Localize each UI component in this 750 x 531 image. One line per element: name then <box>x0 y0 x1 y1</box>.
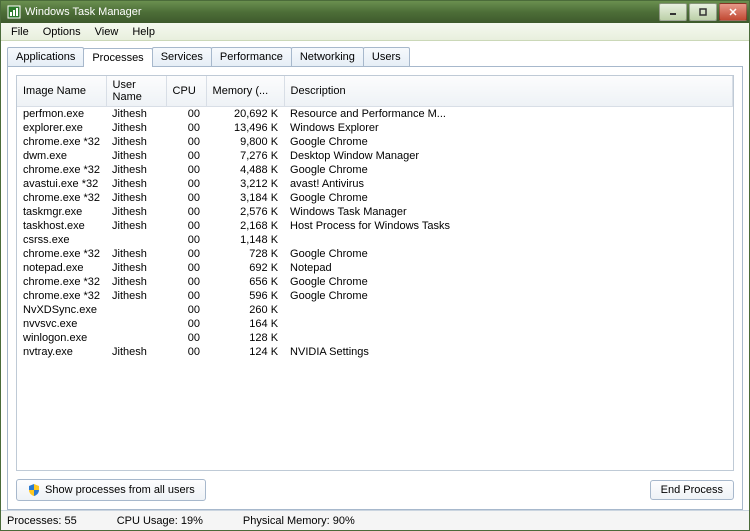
table-row[interactable]: csrss.exe001,148 K <box>17 233 733 247</box>
button-row: Show processes from all users End Proces… <box>16 479 734 501</box>
window-title: Windows Task Manager <box>25 6 142 18</box>
table-row[interactable]: chrome.exe *32Jithesh00596 KGoogle Chrom… <box>17 289 733 303</box>
col-header[interactable]: Description <box>284 76 732 107</box>
table-row[interactable]: taskhost.exeJithesh002,168 KHost Process… <box>17 219 733 233</box>
status-memory: Physical Memory: 90% <box>243 515 355 527</box>
tab-services[interactable]: Services <box>152 47 212 66</box>
menubar: FileOptionsViewHelp <box>1 23 749 41</box>
menu-file[interactable]: File <box>5 25 35 39</box>
table-row[interactable]: taskmgr.exeJithesh002,576 KWindows Task … <box>17 205 733 219</box>
show-all-label: Show processes from all users <box>45 484 195 496</box>
close-button[interactable] <box>719 3 747 21</box>
tab-networking[interactable]: Networking <box>291 47 364 66</box>
tab-processes[interactable]: Processes <box>83 48 152 67</box>
maximize-button[interactable] <box>689 3 717 21</box>
menu-help[interactable]: Help <box>126 25 161 39</box>
table-row[interactable]: avastui.exe *32Jithesh003,212 Kavast! An… <box>17 177 733 191</box>
menu-view[interactable]: View <box>89 25 125 39</box>
show-all-processes-button[interactable]: Show processes from all users <box>16 479 206 501</box>
status-cpu: CPU Usage: 19% <box>117 515 203 527</box>
table-row[interactable]: nvtray.exeJithesh00124 KNVIDIA Settings <box>17 345 733 359</box>
process-list[interactable]: Image NameUser NameCPUMemory (...Descrip… <box>16 75 734 471</box>
table-row[interactable]: explorer.exeJithesh0013,496 KWindows Exp… <box>17 121 733 135</box>
col-header[interactable]: User Name <box>106 76 166 107</box>
table-row[interactable]: dwm.exeJithesh007,276 KDesktop Window Ma… <box>17 149 733 163</box>
table-row[interactable]: nvvsvc.exe00164 K <box>17 317 733 331</box>
col-header[interactable]: Memory (... <box>206 76 284 107</box>
content-pane: Image NameUser NameCPUMemory (...Descrip… <box>7 66 743 510</box>
tab-users[interactable]: Users <box>363 47 410 66</box>
tab-applications[interactable]: Applications <box>7 47 84 66</box>
minimize-button[interactable] <box>659 3 687 21</box>
table-row[interactable]: chrome.exe *32Jithesh009,800 KGoogle Chr… <box>17 135 733 149</box>
table-row[interactable]: chrome.exe *32Jithesh00728 KGoogle Chrom… <box>17 247 733 261</box>
uac-shield-icon <box>27 483 41 497</box>
table-row[interactable]: chrome.exe *32Jithesh004,488 KGoogle Chr… <box>17 163 733 177</box>
table-row[interactable]: chrome.exe *32Jithesh003,184 KGoogle Chr… <box>17 191 733 205</box>
column-headers: Image NameUser NameCPUMemory (...Descrip… <box>17 76 733 107</box>
taskmgr-icon <box>7 5 21 19</box>
process-rows: perfmon.exeJithesh0020,692 KResource and… <box>17 107 733 360</box>
col-header[interactable]: Image Name <box>17 76 106 107</box>
table-row[interactable]: notepad.exeJithesh00692 KNotepad <box>17 261 733 275</box>
titlebar: Windows Task Manager <box>1 1 749 23</box>
menu-options[interactable]: Options <box>37 25 87 39</box>
table-row[interactable]: NvXDSync.exe00260 K <box>17 303 733 317</box>
status-processes: Processes: 55 <box>7 515 77 527</box>
table-row[interactable]: perfmon.exeJithesh0020,692 KResource and… <box>17 107 733 122</box>
statusbar: Processes: 55 CPU Usage: 19% Physical Me… <box>1 510 749 530</box>
table-row[interactable]: chrome.exe *32Jithesh00656 KGoogle Chrom… <box>17 275 733 289</box>
table-row[interactable]: winlogon.exe00128 K <box>17 331 733 345</box>
end-process-button[interactable]: End Process <box>650 480 734 500</box>
col-header[interactable]: CPU <box>166 76 206 107</box>
tab-strip: ApplicationsProcessesServicesPerformance… <box>7 47 749 66</box>
tab-performance[interactable]: Performance <box>211 47 292 66</box>
